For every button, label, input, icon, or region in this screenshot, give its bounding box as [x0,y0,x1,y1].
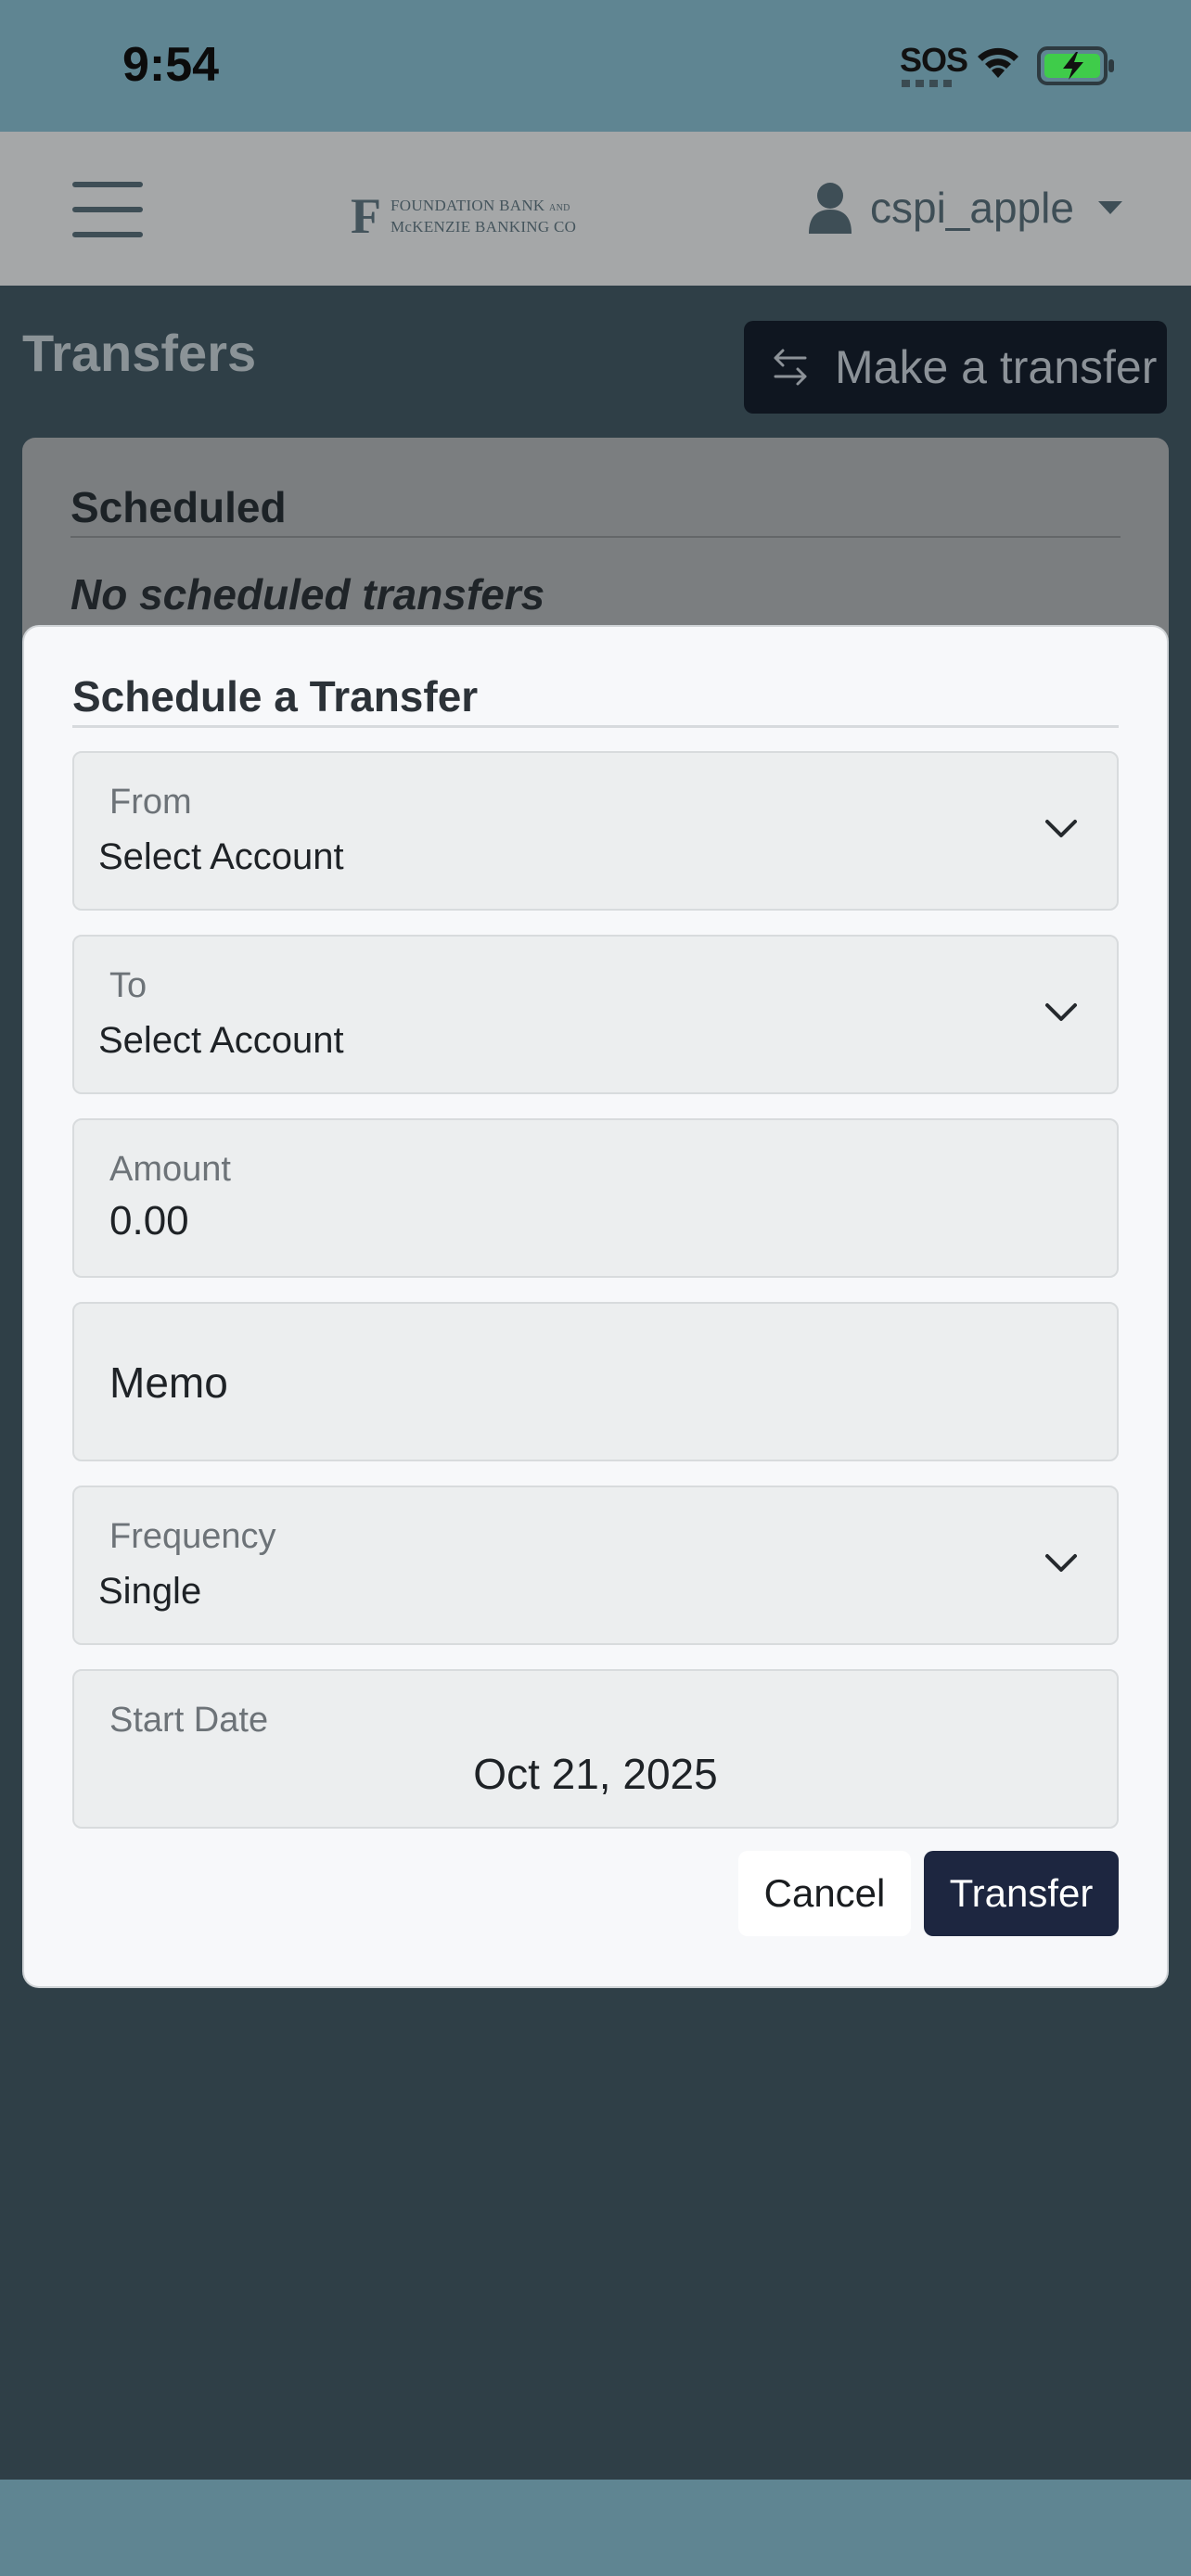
frequency-select[interactable]: Frequency Single [72,1486,1119,1645]
chevron-down-icon [1045,820,1077,837]
divider [72,725,1119,728]
from-label: From [109,783,192,822]
signal-dots-icon [902,80,954,87]
menu-icon[interactable] [72,182,143,237]
page-title: Transfers [22,324,257,382]
bank-logo[interactable]: F FOUNDATION BANK AND McKENZIE BANKING C… [351,191,576,241]
make-transfer-label: Make a transfer [835,341,1158,393]
top-navbar: F FOUNDATION BANK AND McKENZIE BANKING C… [0,132,1191,286]
bottom-bar [0,2480,1191,2576]
amount-field[interactable]: Amount 0.00 [72,1118,1119,1278]
chevron-down-icon [1045,1554,1077,1572]
frequency-label: Frequency [109,1517,276,1556]
logo-mark-icon: F [351,188,381,244]
status-bar: 9:54 SOS [0,0,1191,132]
sos-indicator: SOS [900,41,968,79]
make-transfer-button[interactable]: Make a transfer [744,321,1167,414]
wifi-icon [978,47,1018,78]
divider [70,536,1121,538]
scheduled-empty-message: No scheduled transfers [70,570,545,618]
to-value: Select Account [98,1020,344,1061]
battery-charging-icon [1037,46,1114,85]
status-time: 9:54 [122,38,220,92]
amount-value: 0.00 [109,1198,189,1243]
start-date-label: Start Date [109,1701,269,1740]
modal-title: Schedule a Transfer [72,672,479,721]
start-date-value: Oct 21, 2025 [473,1750,718,1798]
cancel-button[interactable]: Cancel [738,1851,911,1936]
username: cspi_apple [870,184,1074,232]
from-account-select[interactable]: From Select Account [72,751,1119,911]
frequency-value: Single [98,1571,202,1612]
from-value: Select Account [98,836,344,877]
memo-placeholder: Memo [109,1358,228,1407]
user-menu[interactable]: cspi_apple [807,182,1122,234]
start-date-field[interactable]: Start Date Oct 21, 2025 [72,1669,1119,1829]
memo-field[interactable]: Memo [72,1302,1119,1461]
schedule-transfer-modal: Schedule a Transfer From Select Account … [24,627,1167,1986]
amount-label: Amount [109,1150,231,1189]
transfer-arrows-icon [774,349,807,386]
transfer-button[interactable]: Transfer [924,1851,1119,1936]
to-account-select[interactable]: To Select Account [72,935,1119,1094]
scheduled-title: Scheduled [70,483,287,531]
caret-down-icon [1097,201,1122,214]
to-label: To [109,966,147,1005]
chevron-down-icon [1045,1003,1077,1021]
user-icon [809,183,852,234]
